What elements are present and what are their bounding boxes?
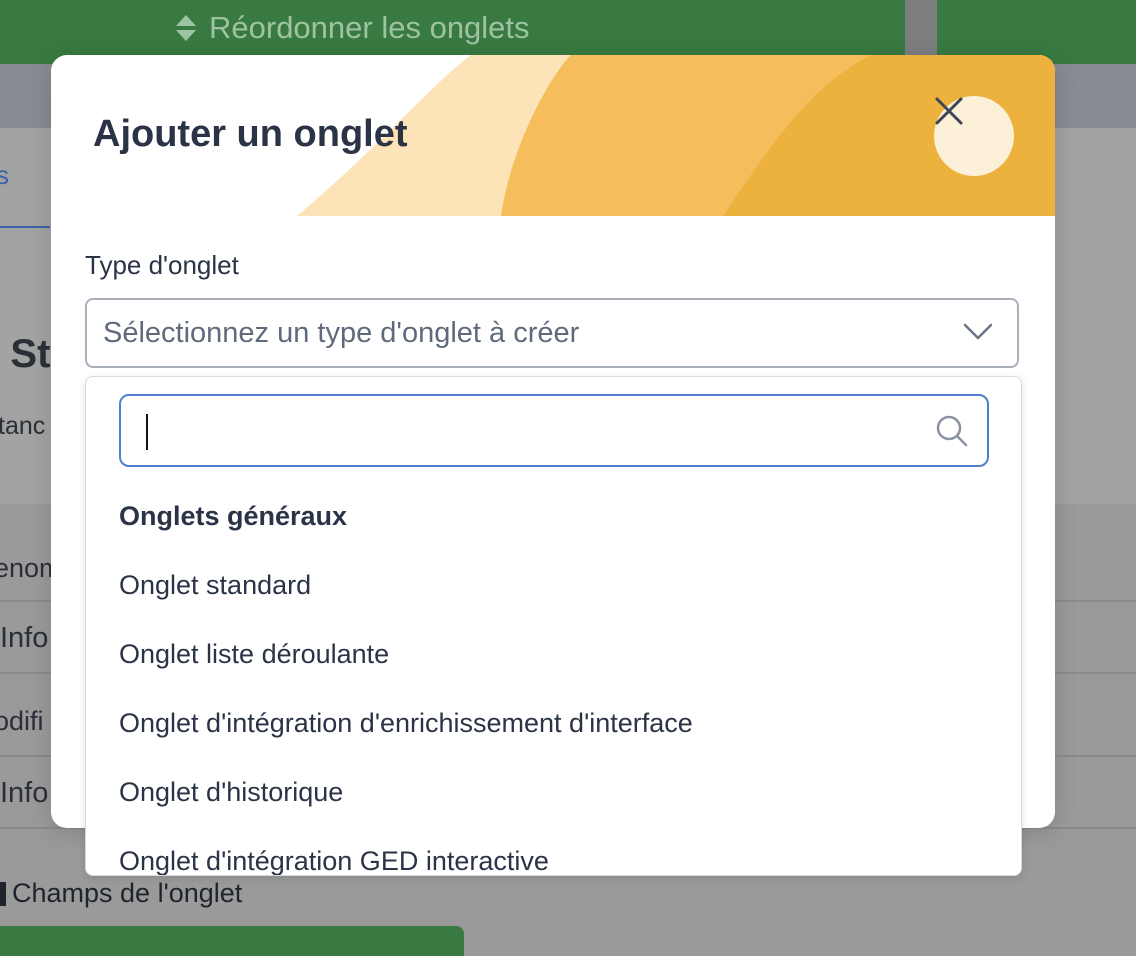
dropdown-search-input[interactable] [139,404,923,458]
background-subtitle-fragment: tanc [0,412,46,440]
background-tab-fragment: s [0,160,9,190]
sort-arrows-icon [175,13,197,43]
modal-header: Ajouter un onglet [51,55,1055,216]
option-ged-interactive[interactable]: Onglet d'intégration GED interactive [119,846,549,875]
option-group-label: Onglets généraux [119,501,348,531]
close-button[interactable] [934,96,1014,176]
tab-type-select[interactable]: Sélectionnez un type d'onglet à créer [85,298,1019,368]
background-champs-heading: Champs de l'onglet [0,878,242,909]
background-active-tab-line [0,226,50,228]
option-standard[interactable]: Onglet standard [119,570,311,601]
option-dropdown-list[interactable]: Onglet liste déroulante [119,639,389,670]
reorder-tabs-button[interactable]: Réordonner les onglets [175,10,530,46]
champs-label: Champs de l'onglet [12,878,243,908]
search-icon [936,415,968,447]
option-interface-enrichment[interactable]: Onglet d'intégration d'enrichissement d'… [119,708,693,739]
dropdown-search-box[interactable] [119,394,989,467]
option-history[interactable]: Onglet d'historique [119,777,343,808]
background-title-fragment: t St [0,332,51,376]
modal-title: Ajouter un onglet [93,113,408,155]
tab-type-label: Type d'onglet [85,250,239,280]
background-row-label: odifi [0,706,44,736]
chevron-down-icon [963,323,993,340]
tab-type-placeholder: Sélectionnez un type d'onglet à créer [103,316,580,349]
close-icon [935,97,963,125]
background-bottom-bar [0,926,464,956]
background-row-label: Info [0,622,49,654]
background-row-label: Info [0,777,49,809]
field-icon [0,881,6,906]
tab-type-dropdown: Onglets généraux Onglet standard Onglet … [85,376,1022,876]
reorder-tabs-label: Réordonner les onglets [209,10,530,45]
